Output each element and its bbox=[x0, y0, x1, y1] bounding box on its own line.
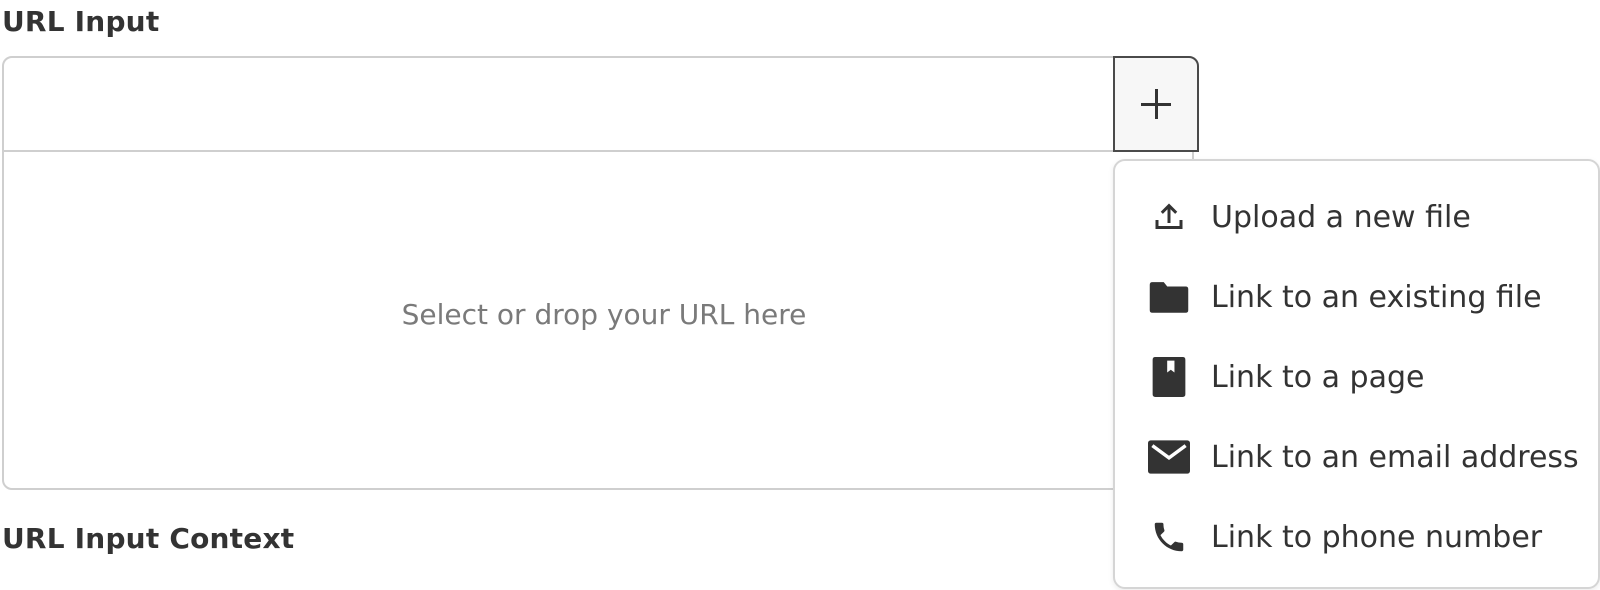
menu-item-label: Upload a new file bbox=[1211, 199, 1471, 235]
menu-item-label: Link to phone number bbox=[1211, 519, 1543, 555]
url-text-input[interactable] bbox=[4, 58, 1114, 150]
url-input-context-label: URL Input Context bbox=[2, 522, 295, 555]
folder-icon bbox=[1147, 275, 1191, 319]
url-drop-zone[interactable]: Select or drop your URL here bbox=[4, 152, 1192, 488]
url-input-label: URL Input bbox=[2, 5, 160, 38]
menu-item-existing-file[interactable]: Link to an existing file bbox=[1115, 257, 1598, 337]
menu-item-phone[interactable]: Link to phone number bbox=[1115, 497, 1598, 577]
menu-item-page[interactable]: Link to a page bbox=[1115, 337, 1598, 417]
drop-zone-text: Select or drop your URL here bbox=[401, 298, 807, 331]
upload-icon bbox=[1147, 195, 1191, 239]
menu-item-label: Link to an email address bbox=[1211, 439, 1579, 475]
link-options-menu: Upload a new file Link to an existing fi… bbox=[1113, 159, 1600, 589]
url-input-container: Select or drop your URL here bbox=[2, 56, 1194, 490]
add-link-button[interactable] bbox=[1113, 56, 1199, 152]
menu-item-email[interactable]: Link to an email address bbox=[1115, 417, 1598, 497]
url-input-demo: URL Input Select or drop your URL here U… bbox=[0, 0, 1600, 590]
page-icon bbox=[1147, 355, 1191, 399]
envelope-icon bbox=[1147, 435, 1191, 479]
menu-item-upload-file[interactable]: Upload a new file bbox=[1115, 177, 1598, 257]
menu-item-label: Link to an existing file bbox=[1211, 279, 1542, 315]
menu-item-label: Link to a page bbox=[1211, 359, 1425, 395]
phone-icon bbox=[1147, 515, 1191, 559]
plus-icon bbox=[1141, 89, 1171, 119]
